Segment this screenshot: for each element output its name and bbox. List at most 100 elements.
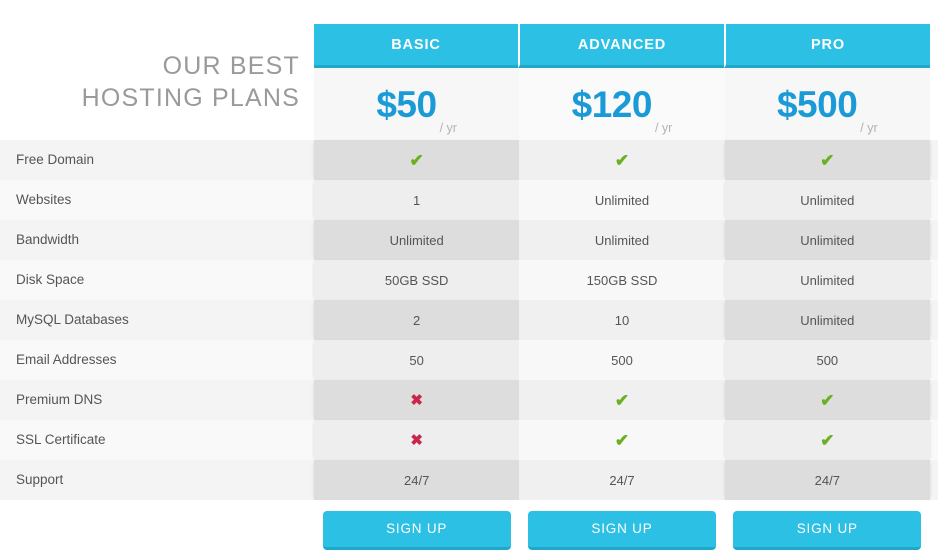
price-cell-advanced: $120 / yr xyxy=(519,68,724,140)
check-icon: ✔ xyxy=(820,430,835,450)
feature-value-text: 10 xyxy=(614,312,630,328)
feature-value-cells: 1 Unlimited Unlimited xyxy=(314,180,930,220)
feature-value-pro: Unlimited xyxy=(724,220,930,260)
feature-label: Support xyxy=(16,472,64,487)
feature-value-cells: Unlimited Unlimited Unlimited xyxy=(314,220,930,260)
feature-label: Premium DNS xyxy=(16,392,103,407)
table-row: MySQL Databases 2 10 Unlimited xyxy=(0,300,938,340)
plan-name-label: BASIC xyxy=(391,36,441,53)
table-row: Email Addresses 50 500 500 xyxy=(0,340,938,380)
feature-value-text: Unlimited xyxy=(800,192,855,208)
feature-label: SSL Certificate xyxy=(16,432,106,447)
price-amount: $500 xyxy=(776,83,858,125)
feature-value-pro: ✔ xyxy=(724,380,930,420)
price-period: / yr xyxy=(860,121,878,135)
pricing-table: OUR BEST HOSTING PLANS BASIC ADVANCED PR… xyxy=(0,0,938,560)
table-row: Support 24/7 24/7 24/7 xyxy=(0,460,938,500)
feature-value-pro: 500 xyxy=(724,340,930,380)
plan-header-basic[interactable]: BASIC xyxy=(314,24,518,68)
price-period: / yr xyxy=(654,121,673,135)
feature-rows: Free Domain ✔ ✔ ✔ Websites 1 Unlimited Unlimite… xyxy=(0,140,938,500)
feature-value-advanced: ✔ xyxy=(519,140,725,180)
feature-value-text: Unlimited xyxy=(800,232,855,248)
feature-value-pro: Unlimited xyxy=(724,300,930,340)
table-row: Premium DNS ✖ ✔ ✔ xyxy=(0,380,938,420)
plan-name-label: PRO xyxy=(810,36,846,53)
feature-value-text: 500 xyxy=(816,352,839,368)
check-icon: ✔ xyxy=(614,430,630,450)
table-row: Free Domain ✔ ✔ ✔ xyxy=(0,140,938,180)
feature-value-text: 2 xyxy=(413,312,421,328)
feature-value-advanced: ✔ xyxy=(519,420,725,460)
feature-value-pro: Unlimited xyxy=(724,180,930,220)
price-row: $50 / yr $120 / yr $500 / yr xyxy=(314,68,930,140)
plan-header-row: BASIC ADVANCED PRO xyxy=(314,24,930,68)
feature-value-advanced: Unlimited xyxy=(519,220,725,260)
price-period: / yr xyxy=(439,121,457,135)
feature-value-basic: 50GB SSD xyxy=(314,260,520,300)
price-amount: $50 xyxy=(376,83,437,125)
signup-slot-pro: SIGN UP xyxy=(725,510,930,550)
feature-label: Email Addresses xyxy=(16,352,117,367)
signup-button-pro[interactable]: SIGN UP xyxy=(733,510,922,550)
feature-value-cells: 24/7 24/7 24/7 xyxy=(314,460,930,500)
check-icon: ✔ xyxy=(820,150,835,170)
feature-value-cells: ✖ ✔ ✔ xyxy=(314,420,930,460)
page-title-line-2: HOSTING PLANS xyxy=(81,84,300,112)
feature-value-text: 150GB SSD xyxy=(586,272,658,288)
price-amount: $120 xyxy=(571,83,653,125)
feature-value-basic: 50 xyxy=(314,340,520,380)
check-icon: ✔ xyxy=(409,150,424,170)
feature-value-advanced: 150GB SSD xyxy=(519,260,725,300)
feature-value-pro: ✔ xyxy=(724,420,930,460)
feature-label: Disk Space xyxy=(16,272,85,287)
signup-slot-basic: SIGN UP xyxy=(314,510,519,550)
feature-value-text: 500 xyxy=(611,352,633,368)
feature-value-basic: ✔ xyxy=(314,140,520,180)
feature-value-basic: Unlimited xyxy=(314,220,520,260)
table-row: SSL Certificate ✖ ✔ ✔ xyxy=(0,420,938,460)
cross-icon: ✖ xyxy=(410,431,423,449)
feature-value-cells: ✔ ✔ ✔ xyxy=(314,140,930,180)
table-row: Disk Space 50GB SSD 150GB SSD Unlimited xyxy=(0,260,938,300)
feature-value-cells: ✖ ✔ ✔ xyxy=(314,380,930,420)
feature-value-cells: 50 500 500 xyxy=(314,340,930,380)
plan-header-pro[interactable]: PRO xyxy=(724,24,930,68)
feature-value-basic: 24/7 xyxy=(314,460,520,500)
check-icon: ✔ xyxy=(614,150,630,170)
feature-value-text: 24/7 xyxy=(609,472,635,488)
feature-value-text: 24/7 xyxy=(814,472,840,488)
plan-header-advanced[interactable]: ADVANCED xyxy=(518,24,724,68)
feature-value-cells: 50GB SSD 150GB SSD Unlimited xyxy=(314,260,930,300)
feature-value-text: Unlimited xyxy=(800,272,855,288)
signup-row: SIGN UP SIGN UP SIGN UP xyxy=(314,500,930,560)
signup-button-advanced[interactable]: SIGN UP xyxy=(527,510,716,550)
feature-value-basic: ✖ xyxy=(314,380,520,420)
page-title-line-1: OUR BEST xyxy=(162,52,300,80)
feature-label: Free Domain xyxy=(16,152,95,167)
cross-icon: ✖ xyxy=(410,391,423,409)
feature-value-pro: 24/7 xyxy=(724,460,930,500)
feature-value-basic: ✖ xyxy=(314,420,520,460)
price-cell-pro: $500 / yr xyxy=(724,68,930,140)
feature-value-text: Unlimited xyxy=(594,192,650,208)
table-row: Websites 1 Unlimited Unlimited xyxy=(0,180,938,220)
feature-value-pro: ✔ xyxy=(724,140,930,180)
feature-value-advanced: 10 xyxy=(519,300,725,340)
feature-value-text: 50GB SSD xyxy=(384,272,449,288)
feature-label: Websites xyxy=(16,192,72,207)
feature-value-text: Unlimited xyxy=(389,232,444,248)
plan-name-label: ADVANCED xyxy=(577,36,667,53)
feature-value-basic: 2 xyxy=(314,300,520,340)
feature-value-advanced: ✔ xyxy=(519,380,725,420)
feature-value-text: 1 xyxy=(413,192,421,208)
feature-value-text: 24/7 xyxy=(404,472,430,488)
check-icon: ✔ xyxy=(820,390,835,410)
feature-value-advanced: 24/7 xyxy=(519,460,725,500)
feature-label: MySQL Databases xyxy=(16,312,129,327)
signup-button-basic[interactable]: SIGN UP xyxy=(322,510,511,550)
feature-value-basic: 1 xyxy=(314,180,520,220)
feature-label: Bandwidth xyxy=(16,232,80,247)
feature-value-advanced: 500 xyxy=(519,340,725,380)
feature-value-text: Unlimited xyxy=(594,232,650,248)
